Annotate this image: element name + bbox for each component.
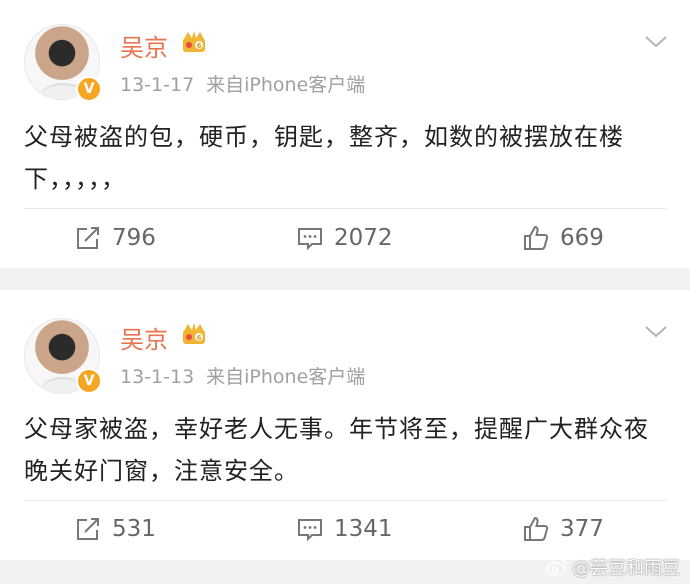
post-meta: 13-1-13 来自iPhone客户端 xyxy=(120,362,365,389)
weibo-post: V 吴京 6 13-1-17 来自iPhone客户端 父母被盗的包，硬币，钥匙，整… xyxy=(0,0,690,268)
crown-icon: 6 xyxy=(183,31,205,52)
post-date: 13-1-13 xyxy=(120,366,195,388)
comment-count: 2072 xyxy=(334,225,393,251)
like-count: 669 xyxy=(560,225,604,251)
post-date: 13-1-17 xyxy=(120,74,195,96)
repost-icon xyxy=(77,518,99,540)
post-source: 来自iPhone客户端 xyxy=(206,366,366,388)
watermark-text: @芸豆和雨豆 xyxy=(572,558,680,579)
like-icon xyxy=(524,516,549,541)
svg-text:6: 6 xyxy=(197,42,202,50)
like-count: 377 xyxy=(560,516,604,542)
chevron-down-icon[interactable] xyxy=(644,320,668,344)
verified-badge: V xyxy=(76,368,102,394)
comment-button[interactable]: 2072 xyxy=(296,209,393,267)
username[interactable]: 吴京 xyxy=(120,28,168,63)
svg-text:6: 6 xyxy=(197,334,202,342)
comment-count: 1341 xyxy=(334,516,393,542)
action-bar: 796 2072 669 xyxy=(0,209,690,267)
chevron-down-icon[interactable] xyxy=(644,30,668,54)
post-meta: 13-1-17 来自iPhone客户端 xyxy=(120,70,365,97)
verified-badge: V xyxy=(76,76,102,102)
post-content: 父母被盗的包，硬币，钥匙，整齐，如数的被摆放在楼下，，，，， xyxy=(24,123,624,193)
post-source: 来自iPhone客户端 xyxy=(206,74,366,96)
action-bar: 531 1341 377 xyxy=(0,500,690,558)
comment-icon xyxy=(298,519,322,542)
comment-button[interactable]: 1341 xyxy=(296,500,393,558)
repost-icon xyxy=(77,227,99,249)
username[interactable]: 吴京 xyxy=(120,320,168,355)
repost-button[interactable]: 531 xyxy=(74,500,156,558)
like-button[interactable]: 377 xyxy=(522,500,604,558)
repost-count: 531 xyxy=(112,516,156,542)
post-content: 父母家被盗，幸好老人无事。年节将至，提醒广大群众夜晚关好门窗，注意安全。 xyxy=(24,415,649,485)
feed-separator xyxy=(0,268,690,290)
weibo-logo-icon xyxy=(546,559,567,576)
crown-icon: 6 xyxy=(183,323,205,344)
like-button[interactable]: 669 xyxy=(522,209,604,267)
like-icon xyxy=(524,225,549,250)
repost-button[interactable]: 796 xyxy=(74,209,156,267)
comment-icon xyxy=(298,228,322,251)
watermark: @芸豆和雨豆 xyxy=(546,554,680,580)
repost-count: 796 xyxy=(112,225,156,251)
